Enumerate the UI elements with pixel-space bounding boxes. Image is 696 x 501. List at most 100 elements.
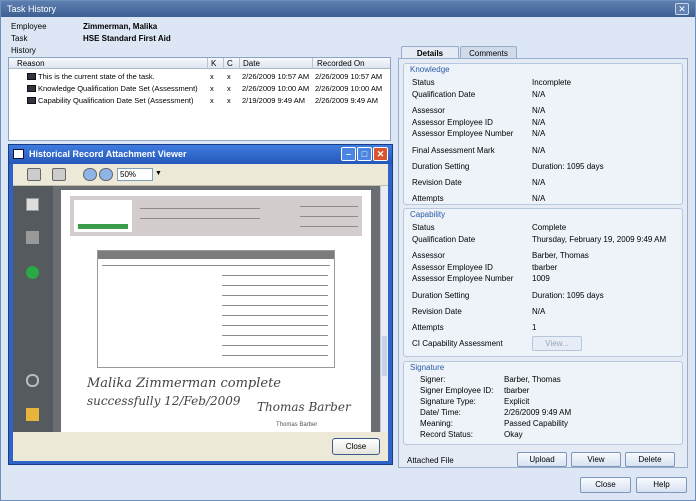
zoom-out-icon[interactable] [83,168,97,181]
sig-value: Barber, Thomas [504,375,561,384]
form-line [222,295,328,296]
row-recorded-on: 2/26/2009 10:57 AM [315,72,383,81]
table-row[interactable]: Capability Qualification Date Set (Asses… [9,95,390,107]
field-label: Revision Date [412,307,462,316]
field-value: 1 [532,323,537,332]
attachment-viewer-window: Historical Record Attachment Viewer – □ … [8,144,393,465]
sig-value: 2/26/2009 9:49 AM [504,408,572,417]
field-label: Assessor Employee ID [412,263,493,272]
field-label: Revision Date [412,178,462,187]
viewer-close-button[interactable]: Close [332,438,380,455]
field-label: Duration Setting [412,162,470,171]
logo-band [78,224,128,229]
row-k: x [210,96,214,105]
field-label: Attempts [412,194,444,203]
field-label: Assessor Employee Number [412,274,514,283]
employee-value: Zimmerman, Malika [83,22,158,31]
record-icon [27,73,36,80]
field-value: Duration: 1095 days [532,162,604,171]
row-reason: This is the current state of the task. [38,72,155,81]
save-icon[interactable] [52,168,66,181]
zoom-in-icon[interactable] [99,168,113,181]
form-line [222,345,328,346]
row-reason: Knowledge Qualification Date Set (Assess… [38,84,198,93]
view-assessment-button[interactable]: View... [532,336,582,351]
sig-label: Date/ Time: [420,408,461,417]
paperclip-icon[interactable] [26,374,39,387]
field-value: N/A [532,178,546,187]
sig-value: tbarber [504,386,530,395]
document-page: Malika Zimmerman complete successfully 1… [61,190,371,432]
view-button[interactable]: View [571,452,621,467]
row-k: x [210,84,214,93]
row-c: x [227,72,231,81]
form-line [222,285,328,286]
form-line [102,265,330,266]
maximize-icon[interactable]: □ [357,147,372,161]
viewer-sidebar [13,186,53,432]
sig-value: Okay [504,430,523,439]
binoculars-icon[interactable] [26,231,39,244]
delete-button[interactable]: Delete [625,452,675,467]
table-row[interactable]: This is the current state of the task. x… [9,71,390,83]
form-line [140,208,260,209]
history-table[interactable]: Reason K C Date Recorded On This is the … [8,57,391,141]
column-header-date[interactable]: Date [243,59,260,68]
details-panel: Knowledge Status Incomplete Qualificatio… [398,58,688,468]
field-label: Assessor Employee Number [412,129,514,138]
history-label: History [11,46,36,55]
sig-label: Signature Type: [420,397,476,406]
handwritten-signature: Thomas Barber [257,400,351,414]
pages-icon[interactable] [26,198,39,211]
sig-label: Signer: [420,375,446,384]
column-header-reason[interactable]: Reason [17,59,45,68]
chevron-down-icon[interactable]: ▼ [155,170,162,177]
field-label: Attempts [412,323,444,332]
help-icon[interactable] [26,266,39,279]
field-value: N/A [532,129,546,138]
sig-value: Passed Capability [504,419,569,428]
field-label: Status [412,78,435,87]
table-row[interactable]: Knowledge Qualification Date Set (Assess… [9,83,390,95]
field-value: 1009 [532,274,550,283]
field-value: Incomplete [532,78,572,87]
row-c: x [227,84,231,93]
form-line [222,305,328,306]
field-value: Complete [532,223,567,232]
row-k: x [210,72,214,81]
field-label: Assessor [412,251,445,260]
column-header-recorded-on[interactable]: Recorded On [317,59,365,68]
row-date: 2/19/2009 9:49 AM [242,96,305,105]
row-recorded-on: 2/26/2009 9:49 AM [315,96,378,105]
minimize-icon[interactable]: – [341,147,356,161]
handwritten-note-line2: successfully 12/Feb/2009 [87,394,241,408]
column-header-c[interactable]: C [227,59,233,68]
help-button[interactable]: Help [636,477,687,493]
signature-group: Signature Signer: Barber, Thomas Signer … [403,361,683,445]
close-button[interactable]: Close [580,477,631,493]
close-icon[interactable]: ✕ [675,3,689,15]
row-c: x [227,96,231,105]
column-header-k[interactable]: K [211,59,216,68]
print-icon[interactable] [27,168,41,181]
field-label: Qualification Date [412,90,476,99]
form-line [222,275,328,276]
comment-icon[interactable] [26,408,39,421]
row-reason: Capability Qualification Date Set (Asses… [38,96,194,105]
form-line [222,315,328,316]
zoom-select[interactable]: 50% [117,168,153,181]
form-line [300,206,358,207]
close-icon[interactable]: ✕ [373,147,388,161]
upload-button[interactable]: Upload [517,452,567,467]
scrollbar-thumb[interactable] [382,336,387,376]
field-label: Assessor Employee ID [412,118,493,127]
document-area[interactable]: Malika Zimmerman complete successfully 1… [53,186,380,432]
viewer-footer: Close [13,432,388,461]
form-line [140,218,260,219]
form-line [222,325,328,326]
sig-label: Record Status: [420,430,473,439]
viewer-scrollbar[interactable] [380,186,388,432]
field-value: N/A [532,106,546,115]
window-titlebar: Task History ✕ [1,1,695,17]
attached-file-label: Attached File [407,456,454,465]
